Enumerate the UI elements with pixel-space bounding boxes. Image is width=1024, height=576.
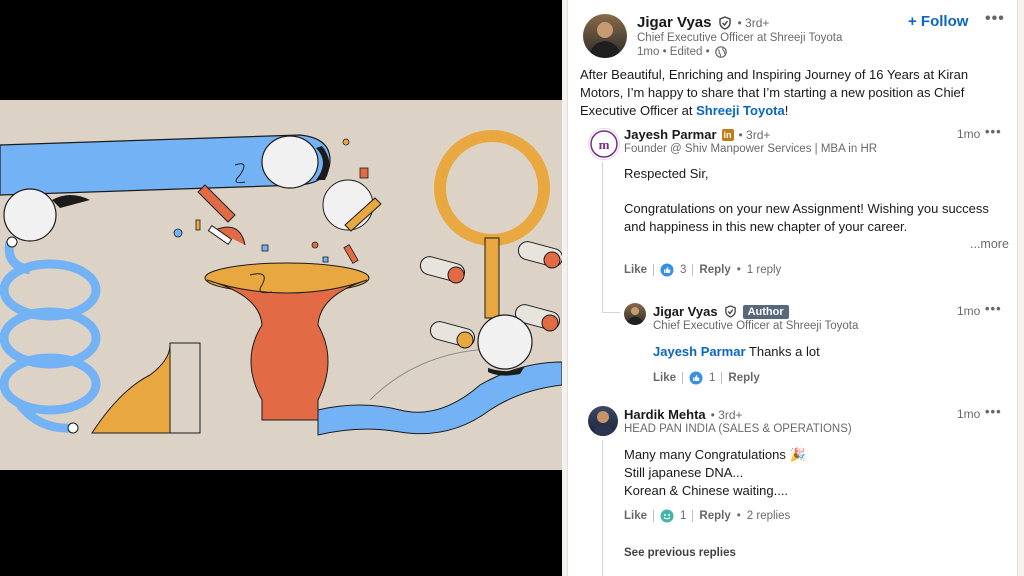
comment-line-2: Still japanese DNA... xyxy=(624,465,744,480)
svg-text:m: m xyxy=(599,137,610,152)
comment-time: 1mo xyxy=(957,407,981,421)
post-author-name[interactable]: Jigar Vyas xyxy=(637,14,712,31)
post-author-degree: • 3rd+ xyxy=(737,15,770,30)
divider xyxy=(692,264,694,276)
like-reaction-icon xyxy=(660,263,674,277)
dot-separator: • xyxy=(736,264,741,276)
commenter-name[interactable]: Jayesh Parmar xyxy=(624,127,717,142)
divider xyxy=(682,372,684,384)
commenter-avatar[interactable] xyxy=(588,406,618,436)
comment-line-3: and happiness in this new chapter of you… xyxy=(624,219,908,234)
reaction-count[interactable]: 1 xyxy=(709,372,715,384)
like-reaction-icon xyxy=(689,371,703,385)
author-avatar[interactable] xyxy=(583,14,627,58)
post-more-button[interactable]: ••• xyxy=(985,10,1005,28)
follow-button[interactable]: + Follow xyxy=(908,13,968,30)
reply-text: Jayesh Parmar Thanks a lot xyxy=(653,344,820,359)
verified-shield-icon xyxy=(724,305,736,318)
reply-header: Jigar Vyas Author xyxy=(653,304,789,319)
reply-button[interactable]: Reply xyxy=(728,372,759,384)
person-avatar-icon xyxy=(589,22,621,58)
reaction-count[interactable]: 1 xyxy=(680,510,686,522)
comment-time: 1mo xyxy=(957,127,981,141)
linkedin-premium-icon: in xyxy=(721,128,734,141)
reply-actions: Like 1 Reply xyxy=(653,371,760,385)
post-time: 1mo • Edited • xyxy=(637,46,710,58)
person-avatar-icon xyxy=(592,411,614,436)
see-more-link[interactable]: ...more xyxy=(970,237,1009,251)
post-illustration[interactable] xyxy=(0,100,562,470)
comment-line-1: Respected Sir, xyxy=(624,166,709,181)
replies-count-link[interactable]: 2 replies xyxy=(747,510,790,522)
divider xyxy=(653,510,655,522)
comment-line-2: Congratulations on your new Assignment! … xyxy=(624,201,989,216)
comment-line-3: Korean & Chinese waiting.... xyxy=(624,483,789,498)
reply-time: 1mo xyxy=(957,304,981,318)
reply-author-headline: Chief Executive Officer at Shreeji Toyot… xyxy=(653,320,859,332)
commenter-name[interactable]: Hardik Mehta xyxy=(624,407,706,422)
reply-button[interactable]: Reply xyxy=(699,510,730,522)
divider xyxy=(692,510,694,522)
globe-icon xyxy=(714,46,727,58)
thread-connector xyxy=(602,312,620,313)
comment-more-button[interactable]: ••• xyxy=(985,124,1002,139)
like-button[interactable]: Like xyxy=(624,510,647,522)
comment-header: Jayesh Parmar in • 3rd+ xyxy=(624,127,770,142)
dot-separator: • xyxy=(736,510,741,522)
post-meta: 1mo • Edited • xyxy=(637,46,727,58)
post-image-panel xyxy=(0,0,562,576)
post-author-headline: Chief Executive Officer at Shreeji Toyot… xyxy=(637,32,843,44)
like-button[interactable]: Like xyxy=(653,372,676,384)
comment-header: Hardik Mehta • 3rd+ xyxy=(624,407,743,422)
reply-author-avatar[interactable] xyxy=(624,303,646,325)
post-text: After Beautiful, Enriching and Inspiring… xyxy=(580,67,969,118)
reply-button[interactable]: Reply xyxy=(699,264,730,276)
commenter-degree: • 3rd+ xyxy=(710,407,743,422)
company-mention-link[interactable]: Shreeji Toyota xyxy=(696,103,785,118)
verified-shield-icon xyxy=(718,15,731,30)
thread-line xyxy=(602,162,603,312)
mention-link[interactable]: Jayesh Parmar xyxy=(653,344,746,359)
reaction-count[interactable]: 3 xyxy=(680,264,686,276)
comment-more-button[interactable]: ••• xyxy=(985,404,1002,419)
company-logo-icon: m xyxy=(590,130,618,158)
comment-actions: Like 1 Reply • 2 replies xyxy=(624,509,790,523)
comment-line-1: Many many Congratulations 🎉 xyxy=(624,447,806,462)
person-avatar-icon xyxy=(627,307,643,325)
commenter-avatar[interactable]: m xyxy=(588,128,620,160)
reply-more-button[interactable]: ••• xyxy=(985,301,1002,316)
commenter-headline: HEAD PAN INDIA (SALES & OPERATIONS) xyxy=(624,423,852,435)
replies-count-link[interactable]: 1 reply xyxy=(747,264,782,276)
reply-author-name[interactable]: Jigar Vyas xyxy=(653,304,718,319)
thread-line xyxy=(602,440,603,576)
post-author-line: Jigar Vyas • 3rd+ xyxy=(637,14,769,31)
abstract-illustration xyxy=(0,100,562,470)
funny-reaction-icon xyxy=(660,509,674,523)
like-button[interactable]: Like xyxy=(624,264,647,276)
commenter-degree: • 3rd+ xyxy=(738,127,771,142)
divider xyxy=(653,264,655,276)
author-badge: Author xyxy=(742,304,789,319)
commenter-headline: Founder @ Shiv Manpower Services | MBA i… xyxy=(624,143,878,155)
see-previous-replies-link[interactable]: See previous replies xyxy=(624,547,736,559)
divider xyxy=(721,372,723,384)
comment-actions: Like 3 Reply • 1 reply xyxy=(624,263,781,277)
post-detail-panel: Jigar Vyas • 3rd+ Chief Executive Office… xyxy=(562,0,1024,576)
post-card: Jigar Vyas • 3rd+ Chief Executive Office… xyxy=(567,0,1018,576)
